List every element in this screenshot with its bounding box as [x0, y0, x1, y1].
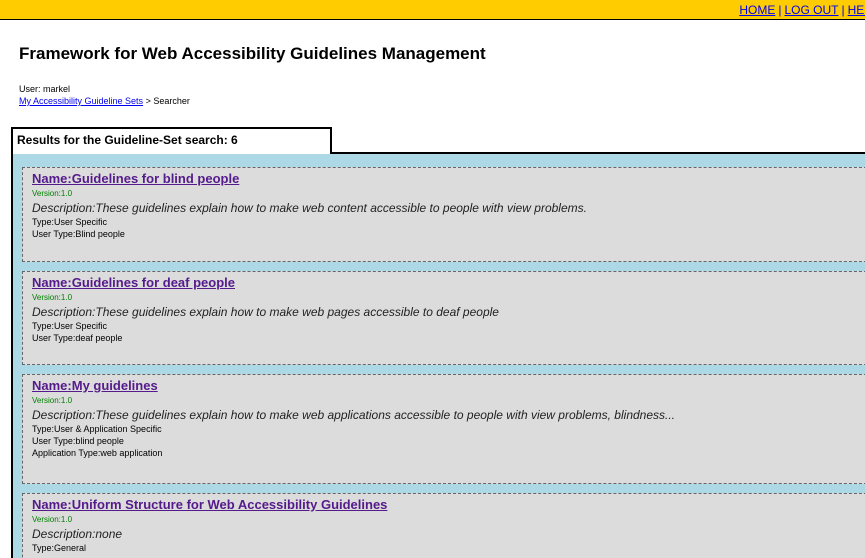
result-description: Description:These guidelines explain how… — [32, 201, 587, 215]
home-link[interactable]: HOME — [739, 3, 775, 17]
result-name-link[interactable]: Name:Guidelines for deaf people — [32, 275, 865, 291]
result-version: Version:1.0 — [32, 396, 73, 405]
results-panel: Name:Guidelines for blind people Version… — [11, 152, 865, 558]
page: HOME|LOG OUT|HELP Framework for Web Acce… — [0, 0, 865, 558]
results-heading: Results for the Guideline-Set search: 6 — [11, 127, 332, 154]
breadcrumb-separator: > — [145, 96, 151, 106]
result-user-type: User Type:deaf people — [32, 333, 123, 343]
help-link[interactable]: HELP — [848, 3, 865, 17]
result-version: Version:1.0 — [32, 189, 73, 198]
result-version: Version:1.0 — [32, 293, 73, 302]
result-description: Description:These guidelines explain how… — [32, 408, 676, 422]
nav-separator: | — [778, 3, 782, 17]
result-name-link[interactable]: Name:Uniform Structure for Web Accessibi… — [32, 497, 865, 513]
result-card: Name:Guidelines for blind people Version… — [22, 167, 865, 262]
top-bar: HOME|LOG OUT|HELP — [0, 0, 865, 20]
result-name-link[interactable]: Name:My guidelines — [32, 378, 865, 394]
logout-link[interactable]: LOG OUT — [785, 3, 839, 17]
result-description: Description:These guidelines explain how… — [32, 305, 499, 319]
result-type: Type:User & Application Specific — [32, 424, 162, 434]
result-application-type: Application Type:web application — [32, 448, 163, 458]
result-card: Name:Uniform Structure for Web Accessibi… — [22, 493, 865, 558]
result-type: Type:General — [32, 543, 87, 553]
result-card: Name:Guidelines for deaf people Version:… — [22, 271, 865, 365]
page-title: Framework for Web Accessibility Guidelin… — [19, 44, 486, 63]
nav-separator: | — [841, 3, 845, 17]
result-type: Type:User Specific — [32, 217, 108, 227]
breadcrumb: My Accessibility Guideline Sets > Search… — [19, 96, 190, 106]
top-navigation: HOME|LOG OUT|HELP — [739, 3, 865, 17]
result-name-link[interactable]: Name:Guidelines for blind people — [32, 171, 865, 187]
breadcrumb-link-guideline-sets[interactable]: My Accessibility Guideline Sets — [19, 96, 143, 106]
result-card: Name:My guidelines Version:1.0 Descripti… — [22, 374, 865, 484]
result-type: Type:User Specific — [32, 321, 108, 331]
result-user-type: User Type:Blind people — [32, 229, 125, 239]
current-user: User: markel — [19, 84, 71, 94]
result-description: Description:none — [32, 527, 123, 541]
breadcrumb-current: Searcher — [153, 96, 190, 106]
result-user-type: User Type:blind people — [32, 436, 124, 446]
result-version: Version:1.0 — [32, 515, 73, 524]
